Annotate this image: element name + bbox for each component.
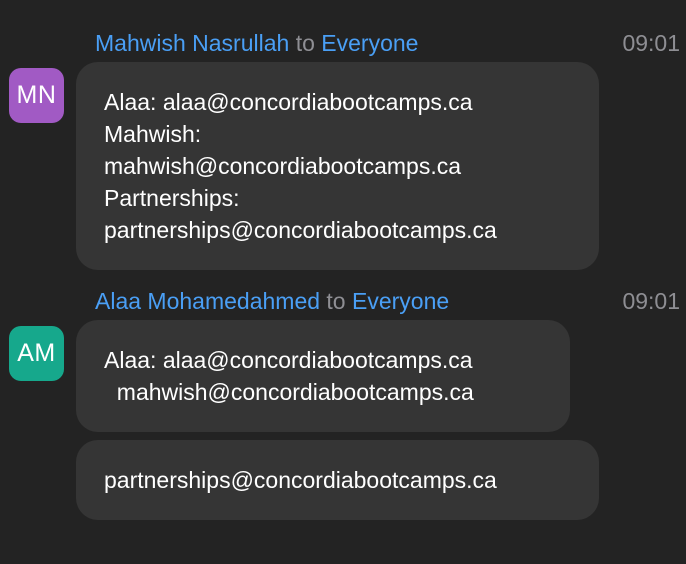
avatar: MN [9,68,64,123]
avatar-initials: AM [17,339,56,367]
message-line: Mahwish: [104,121,202,147]
message-line: Alaa: alaa@concordiabootcamps.ca [104,347,473,373]
sender-name[interactable]: Alaa Mohamedahmed [95,288,320,314]
message-line: mahwish@concordiabootcamps.ca [104,153,462,179]
message-line: partnerships@concordiabootcamps.ca [104,467,497,493]
to-label: to [295,30,315,56]
message-line: Partnerships: [104,185,240,211]
message-header: Alaa Mohamedahmed to Everyone [95,286,449,316]
to-label: to [326,288,346,314]
message-bubble: Alaa: alaa@concordiabootcamps.ca mahwish… [76,320,570,432]
message-timestamp: 09:01 [622,30,680,56]
message-timestamp: 09:01 [622,288,680,314]
recipient-name[interactable]: Everyone [352,288,449,314]
message-line: Alaa: alaa@concordiabootcamps.ca [104,89,473,115]
message-line: mahwish@concordiabootcamps.ca [104,379,474,405]
message-bubble: Alaa: alaa@concordiabootcamps.ca Mahwish… [76,62,599,270]
sender-name[interactable]: Mahwish Nasrullah [95,30,289,56]
message-header: Mahwish Nasrullah to Everyone [95,28,418,58]
message-bubble: partnerships@concordiabootcamps.ca [76,440,599,520]
avatar: AM [9,326,64,381]
recipient-name[interactable]: Everyone [321,30,418,56]
message-line: partnerships@concordiabootcamps.ca [104,217,497,243]
avatar-initials: MN [16,81,57,109]
